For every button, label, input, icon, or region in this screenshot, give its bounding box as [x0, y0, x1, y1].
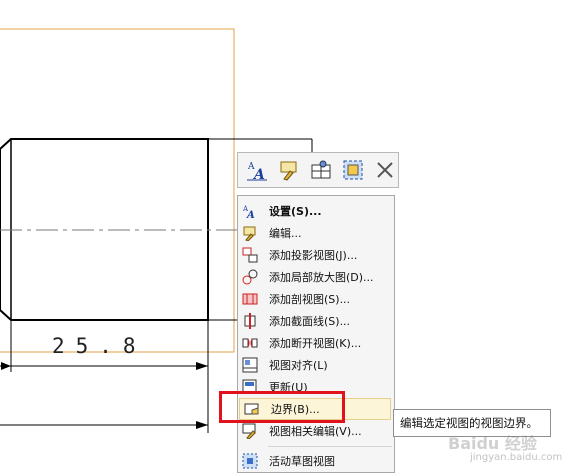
dimension-arrow-lower-right: [196, 421, 208, 429]
edit-icon: [242, 225, 258, 241]
view-boundary: [0, 28, 235, 353]
menu-item-align-view[interactable]: 视图对齐(L): [238, 354, 394, 376]
watermark-url: jingyan.baidu.com: [470, 452, 563, 463]
edit-button[interactable]: [276, 157, 302, 183]
shaft-outline: [0, 138, 209, 321]
menu-item-add-break-view[interactable]: 添加断开视图(K)...: [238, 332, 394, 354]
menu-item-settings[interactable]: AA 设置(S)...: [238, 200, 394, 222]
view-dependent-edit-icon: [242, 423, 258, 439]
mini-toolbar: A A: [237, 152, 399, 188]
detail-view-icon: [242, 269, 258, 285]
view-boundary-icon: [343, 160, 363, 180]
highlight-annotation: [219, 391, 345, 423]
menu-separator: [268, 446, 392, 447]
edit-icon: [280, 161, 297, 181]
projected-view-icon: [242, 247, 258, 263]
section-line-icon: [242, 313, 258, 329]
menu-item-edit[interactable]: 编辑...: [238, 222, 394, 244]
close-button[interactable]: [372, 157, 398, 183]
text-settings-icon: AA: [242, 203, 258, 219]
view-grid-icon: [311, 160, 331, 179]
svg-text:A: A: [252, 167, 265, 181]
context-menu: AA 设置(S)... 编辑... 添加投影视图(J)... 添加局部放大图(D…: [237, 195, 395, 473]
view-boundary-button[interactable]: [340, 157, 366, 183]
menu-item-add-detail-view[interactable]: 添加局部放大图(D)...: [238, 266, 394, 288]
settings-button[interactable]: A A: [244, 157, 270, 183]
watermark-logo: Baidu 经验: [448, 434, 537, 453]
view-grid-button[interactable]: [308, 157, 334, 183]
text-settings-icon: A A: [247, 162, 267, 181]
align-view-icon: [242, 357, 258, 373]
dimension-arrow-left: [1, 362, 11, 370]
menu-item-add-section-line[interactable]: 添加截面线(S)...: [238, 310, 394, 332]
tooltip-text: 编辑选定视图的视图边界。: [400, 416, 538, 430]
svg-text:A: A: [246, 210, 255, 219]
close-icon: [377, 162, 393, 178]
menu-item-add-section-view[interactable]: 添加剖视图(S)...: [238, 288, 394, 310]
menu-item-view-dependent-edit[interactable]: 视图相关编辑(V)...: [238, 420, 394, 442]
dimension-value: 25.8: [52, 334, 147, 358]
menu-item-add-projected-view[interactable]: 添加投影视图(J)...: [238, 244, 394, 266]
menu-item-active-sketch-view[interactable]: 活动草图视图: [238, 450, 394, 472]
section-view-icon: [242, 291, 258, 307]
active-sketch-view-icon: [242, 453, 258, 469]
break-view-icon: [242, 335, 258, 351]
dimension-arrow-right: [196, 362, 208, 370]
